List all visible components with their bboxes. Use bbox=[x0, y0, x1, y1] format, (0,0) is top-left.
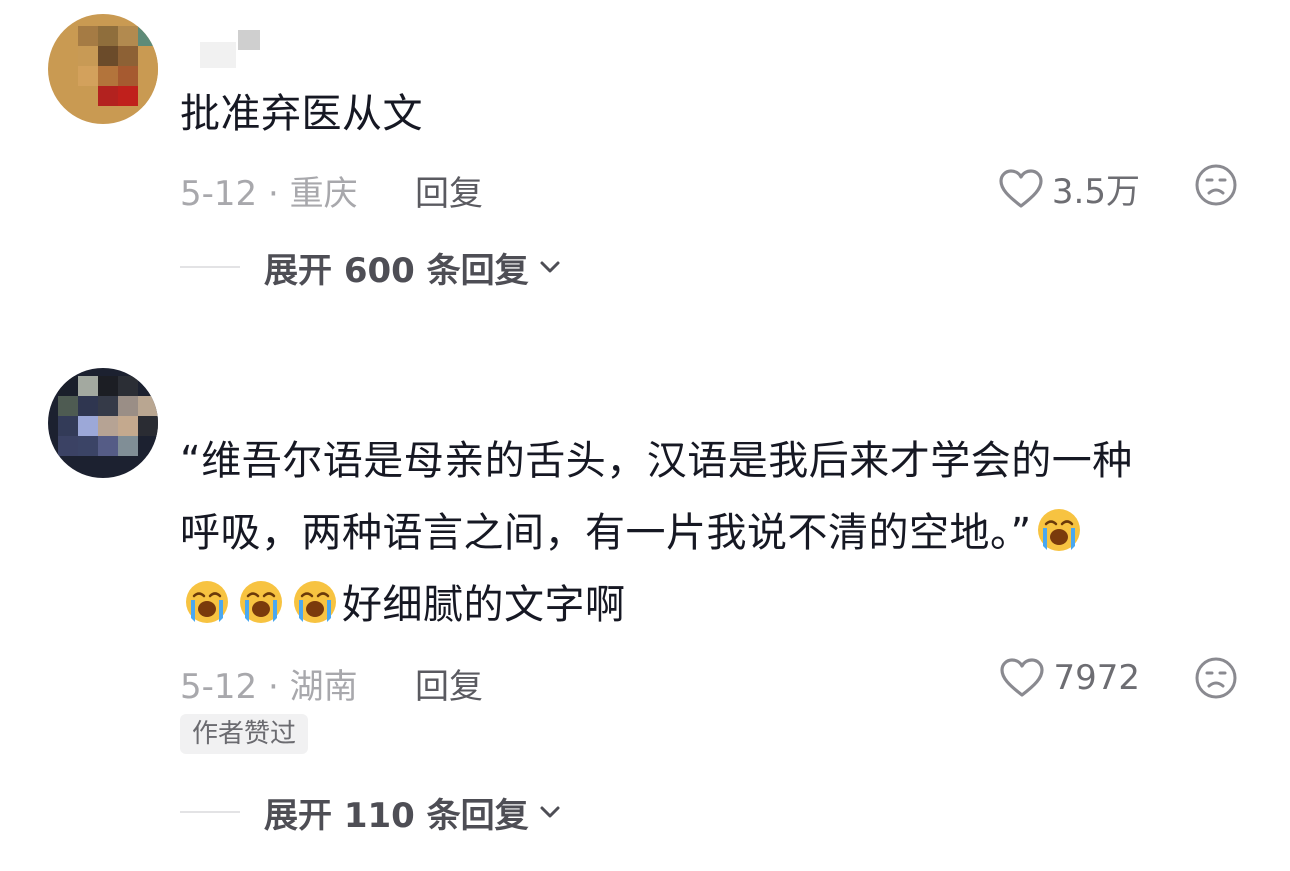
comment-item: 批准弃医从文 5-12 · 重庆 回复 3.5万 展开 600 条回复 bbox=[0, 0, 1290, 330]
comment-meta: 5-12 · 重庆 回复 3.5万 bbox=[180, 160, 1260, 214]
comment-text-segment: 好细腻的文字啊 bbox=[342, 582, 626, 628]
reply-button[interactable]: 回复 bbox=[415, 166, 483, 215]
date-location: 5-12 · 湖南 bbox=[180, 667, 358, 707]
divider-line bbox=[180, 266, 240, 268]
username-obscured[interactable] bbox=[200, 28, 260, 68]
loudly-crying-face-emoji bbox=[237, 577, 285, 625]
avatar-mosaic bbox=[58, 376, 158, 456]
reply-button[interactable]: 回复 bbox=[415, 659, 483, 708]
expand-replies-button[interactable]: 展开 110 条回复 bbox=[180, 787, 780, 837]
avatar-mosaic bbox=[78, 26, 158, 106]
loudly-crying-face-emoji bbox=[291, 577, 339, 625]
comment-text-segment: 呼吸，两种语言之间，有一片我说不清的空地。” bbox=[180, 510, 1032, 556]
heart-outline-icon bbox=[1000, 658, 1045, 697]
avatar[interactable] bbox=[48, 368, 158, 478]
loudly-crying-face-emoji bbox=[1035, 505, 1083, 553]
heart-outline-icon bbox=[999, 168, 1043, 208]
comment-text: 批准弃医从文 bbox=[180, 91, 423, 137]
frown-face-icon[interactable] bbox=[1194, 163, 1238, 207]
chevron-down-icon bbox=[540, 261, 560, 273]
comment-text-line: 好细腻的文字啊 bbox=[180, 569, 1240, 641]
like-button[interactable]: 7972 bbox=[999, 657, 1140, 699]
expand-label: 展开 600 条回复 bbox=[264, 250, 529, 291]
comment-text: “维吾尔语是母亲的舌头，汉语是我后来才学会的一种 呼吸，两种语言之间，有一片我说… bbox=[180, 425, 1240, 641]
author-liked-badge: 作者赞过 bbox=[180, 714, 309, 754]
expand-replies-button[interactable]: 展开 600 条回复 bbox=[180, 242, 780, 292]
chevron-down-icon bbox=[540, 806, 560, 818]
like-count: 3.5万 bbox=[1051, 172, 1140, 212]
comment-text-line: 呼吸，两种语言之间，有一片我说不清的空地。” bbox=[180, 497, 1240, 569]
frown-face-icon[interactable] bbox=[1194, 656, 1238, 700]
date-location: 5-12 · 重庆 bbox=[180, 174, 358, 214]
comment-meta: 5-12 · 湖南 回复 7972 bbox=[180, 653, 1260, 707]
avatar[interactable] bbox=[48, 14, 158, 124]
loudly-crying-face-emoji bbox=[183, 577, 231, 625]
like-count: 7972 bbox=[1053, 658, 1140, 698]
divider-line bbox=[180, 811, 240, 813]
comment-text-line: “维吾尔语是母亲的舌头，汉语是我后来才学会的一种 bbox=[180, 438, 1133, 484]
like-button[interactable]: 3.5万 bbox=[998, 164, 1140, 213]
expand-label: 展开 110 条回复 bbox=[264, 795, 529, 836]
